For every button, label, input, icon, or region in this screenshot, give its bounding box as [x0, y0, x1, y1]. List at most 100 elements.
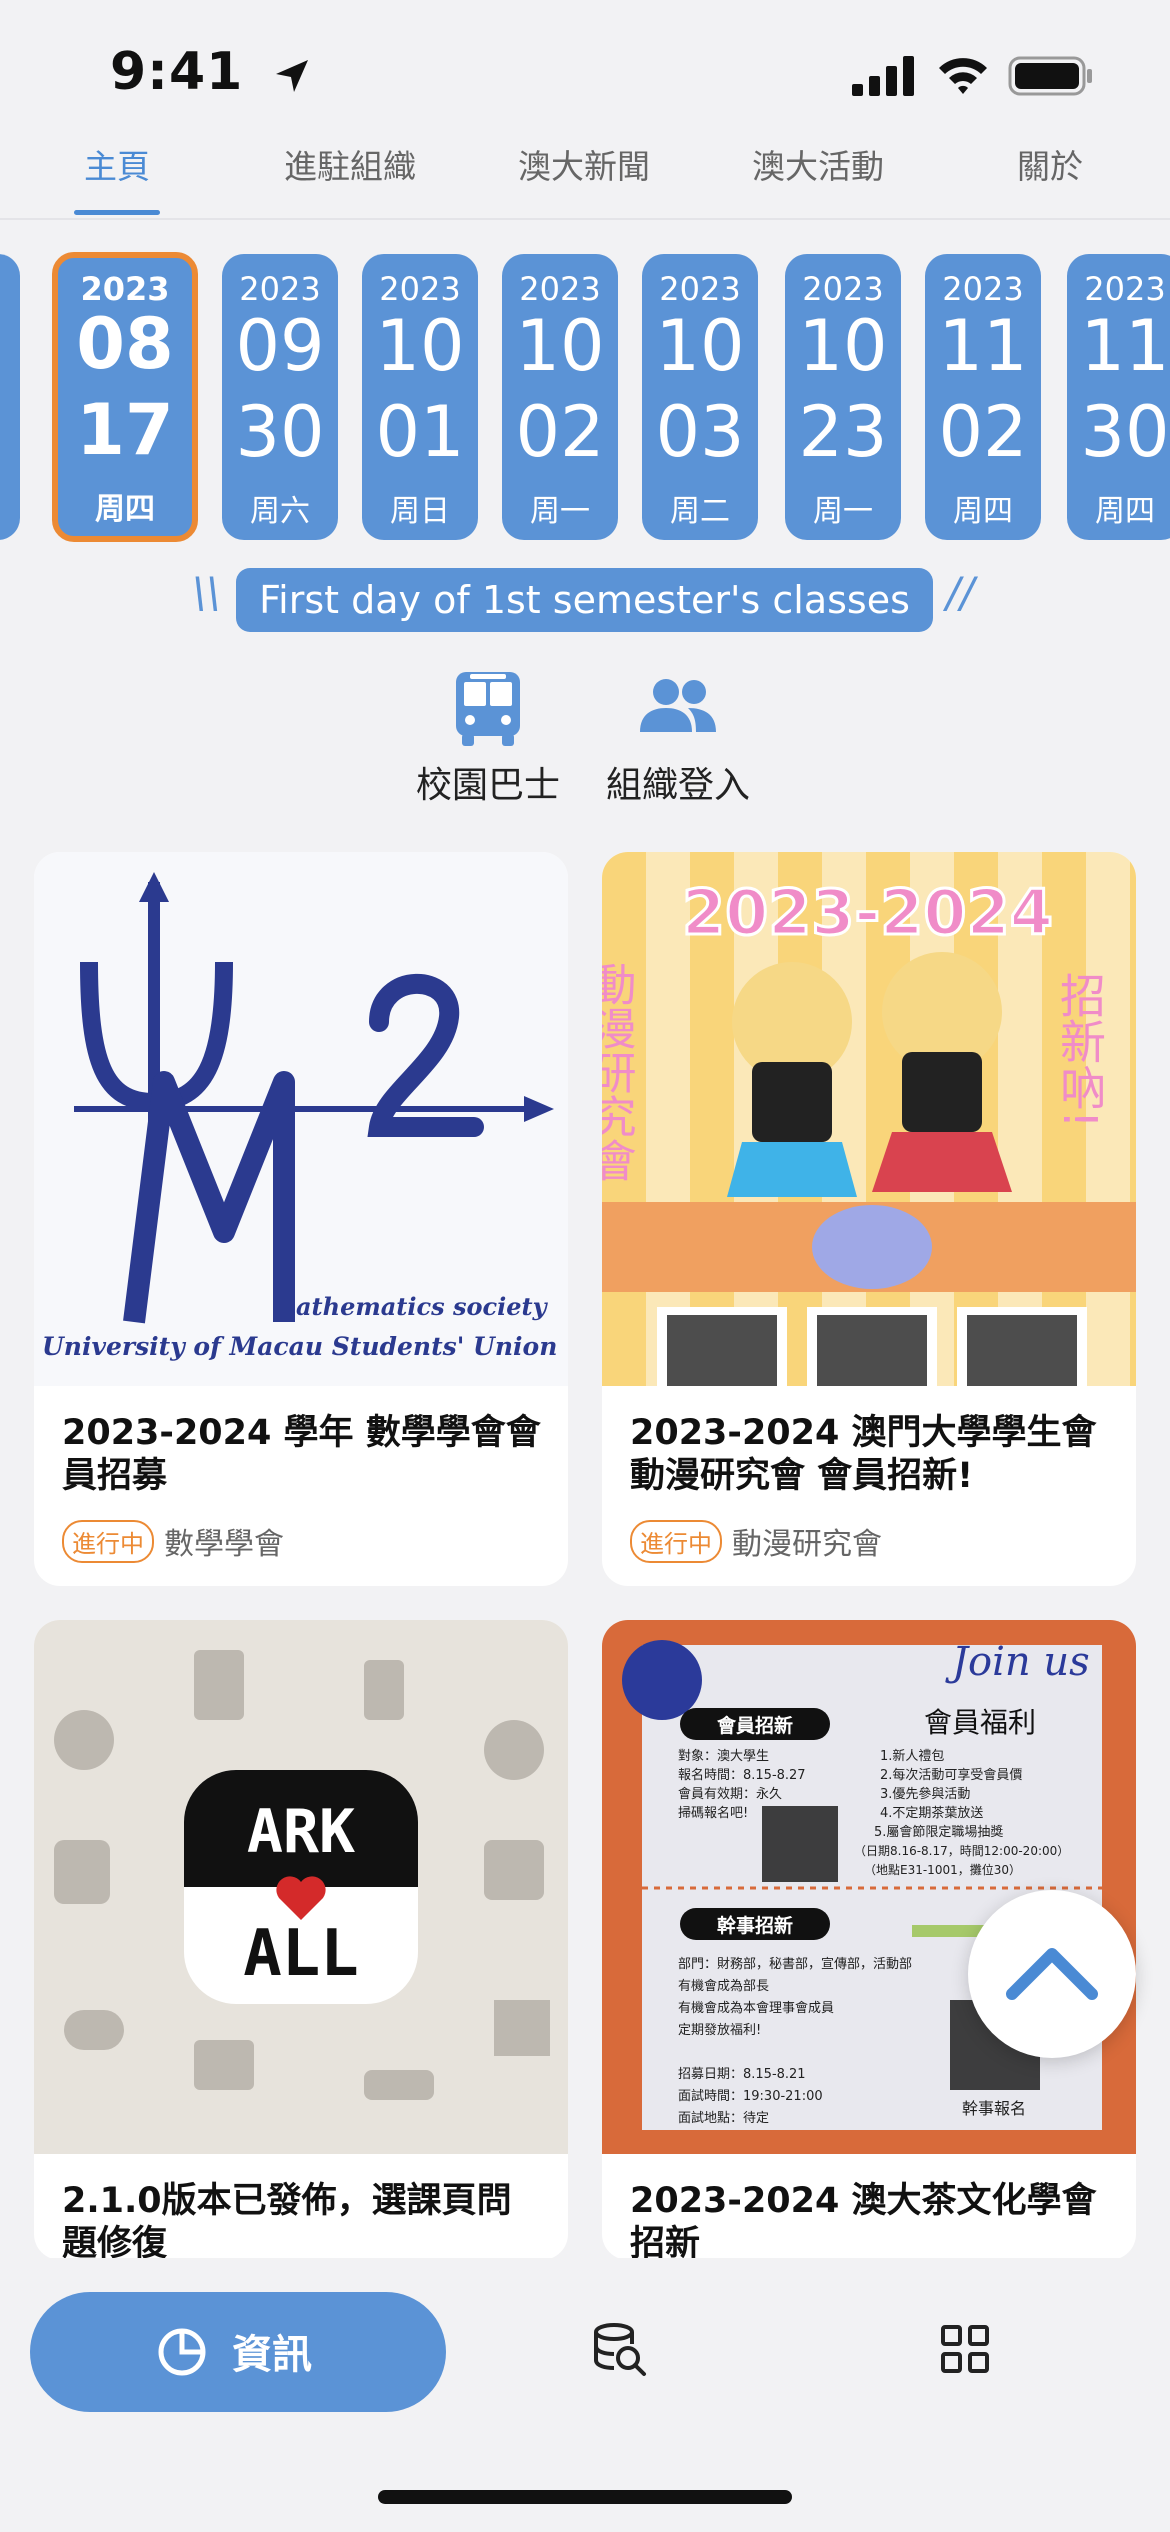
- date-card-partial[interactable]: [0, 254, 20, 540]
- chevron-up-icon: [1006, 1948, 1098, 2000]
- scroll-to-top-button[interactable]: [968, 1890, 1136, 2058]
- date-day: 02: [938, 391, 1028, 473]
- event-card[interactable]: ARK ALL 2.1.0版本已發佈，選課頁問題修復: [34, 1620, 568, 2260]
- battery-icon: [1008, 56, 1092, 96]
- benefit-line: 2.每次活動可享受會員價: [880, 1767, 1022, 1783]
- date-weekday: 周四: [1095, 494, 1155, 529]
- date-year: 2023: [1084, 270, 1166, 308]
- ark-text: ARK: [247, 1797, 355, 1867]
- card-org-name: 動漫研究會: [732, 1527, 882, 1562]
- card-image-math-society: athematics society University of Macau S…: [34, 852, 568, 1386]
- poster-right-text: 招新吶!: [1053, 972, 1107, 1128]
- date-year: 2023: [942, 270, 1024, 308]
- math-society-union-text: University of Macau Students' Union: [42, 1332, 557, 1361]
- banner-left-deco: \\: [192, 568, 221, 617]
- date-month: 09: [235, 305, 325, 387]
- tea-society-poster: Join us 會員招新 會員福利 對象：澳大學生 報名時間：8.15-8.27…: [622, 1639, 1102, 2130]
- date-weekday: 周日: [390, 494, 450, 529]
- people-icon: [640, 679, 716, 732]
- event-card[interactable]: 2023-2024 動漫研究會 招新吶! 2023-2024 澳門大學學生會動漫…: [602, 852, 1136, 1586]
- benefit-line: 1.新人禮包: [880, 1748, 944, 1764]
- date-card[interactable]: 2023 11 02 周四: [925, 254, 1041, 540]
- date-month: 11: [1080, 305, 1170, 387]
- all-text: ALL: [243, 1917, 359, 1991]
- tab-um-events[interactable]: 澳大活動: [730, 140, 906, 220]
- member-line: 會員有效期：永久: [678, 1787, 782, 1802]
- cellular-signal-icon: [852, 56, 914, 96]
- date-month: 10: [798, 305, 888, 387]
- status-bar: 9:41: [0, 0, 1170, 140]
- date-card[interactable]: 2023 10 03 周二: [642, 254, 758, 540]
- date-year: 2023: [802, 270, 884, 308]
- date-year: 2023: [519, 270, 601, 308]
- date-month: 10: [655, 305, 745, 387]
- date-card[interactable]: 2023 09 30 周六: [222, 254, 338, 540]
- staff-line: 有機會成為本會理事會成員: [678, 2000, 834, 2016]
- member-recruit-title: 會員招新: [717, 1714, 793, 1737]
- anime-poster: 2023-2024 動漫研究會 招新吶!: [602, 875, 1136, 1386]
- date-day: 30: [235, 391, 325, 473]
- date-weekday: 周四: [953, 494, 1013, 529]
- home-indicator: [378, 2490, 792, 2504]
- staff-line: 面試時間：19:30-21:00: [678, 2088, 823, 2104]
- date-year: 2023: [659, 270, 741, 308]
- member-benefit-title: 會員福利: [924, 1706, 1036, 1739]
- tab-home[interactable]: 主頁: [58, 140, 176, 220]
- tab-um-news[interactable]: 澳大新聞: [496, 140, 672, 220]
- card-org-name: 數學學會: [164, 1527, 284, 1562]
- date-card-selected[interactable]: 2023 08 17 周四: [52, 252, 198, 542]
- math-society-text: athematics society: [296, 1292, 549, 1321]
- event-title-pill[interactable]: First day of 1st semester's classes: [236, 568, 933, 632]
- ark-all-app-icon: ARK ALL: [54, 1650, 550, 2100]
- banner-right-deco: //: [946, 568, 975, 617]
- date-day: 30: [1080, 391, 1170, 473]
- date-card[interactable]: 2023 11 30 周四: [1067, 254, 1170, 540]
- org-login-label: 組織登入: [605, 765, 750, 806]
- event-banner: \\ First day of 1st semester's classes /…: [0, 568, 1170, 638]
- date-weekday: 周一: [530, 494, 590, 529]
- card-title: 2023-2024 澳門大學學生會動漫研究會 會員招新!: [630, 1413, 1097, 1496]
- database-search-icon[interactable]: [590, 2320, 650, 2380]
- tab-organizations[interactable]: 進駐組織: [262, 140, 438, 220]
- date-day: 17: [76, 389, 174, 471]
- status-time: 9:41: [110, 42, 244, 102]
- staff-line: 定期發放福利!: [678, 2023, 761, 2038]
- benefit-line: 3.優先參與活動: [880, 1787, 970, 1802]
- date-card[interactable]: 2023 10 02 周一: [502, 254, 618, 540]
- date-card[interactable]: 2023 10 01 周日: [362, 254, 478, 540]
- poster-left-text: 動漫研究會: [602, 962, 636, 1182]
- tab-active-indicator: [74, 210, 160, 215]
- nav-info-label: 資訊: [232, 2332, 312, 2378]
- top-tab-bar: 主頁 進駐組織 澳大新聞 澳大活動 關於: [0, 140, 1170, 220]
- card-image-tea-society: Join us 會員招新 會員福利 對象：澳大學生 報名時間：8.15-8.27…: [602, 1620, 1136, 2154]
- date-day: 23: [798, 391, 888, 473]
- status-badge: 進行中: [630, 1519, 722, 1563]
- benefit-line: 5.屬會節限定職場抽獎: [874, 1825, 1003, 1840]
- staff-line: 招募日期：8.15-8.21: [678, 2067, 806, 2082]
- card-title: 2.1.0版本已發佈，選課頁問題修復: [62, 2181, 512, 2260]
- event-date-strip[interactable]: 2023 08 17 周四 2023 09 30 周六 2023 10 01 周…: [0, 250, 1170, 545]
- location-arrow-icon: [276, 60, 308, 92]
- member-line: 報名時間：8.15-8.27: [678, 1767, 806, 1783]
- card-title: 2023-2024 學年 數學學會會員招募: [62, 1413, 541, 1496]
- date-weekday: 周二: [670, 494, 730, 529]
- benefit-line: （地點E31-1001，攤位30）: [864, 1862, 1021, 1877]
- card-meta: 進行中 動漫研究會: [630, 1519, 882, 1563]
- date-card[interactable]: 2023 10 23 周一: [785, 254, 901, 540]
- staff-qr-label: 幹事報名: [962, 2099, 1026, 2118]
- date-month: 10: [515, 305, 605, 387]
- date-day: 01: [375, 391, 465, 473]
- date-year: 2023: [379, 270, 461, 308]
- event-card[interactable]: athematics society University of Macau S…: [34, 852, 568, 1586]
- date-weekday: 周一: [813, 494, 873, 529]
- card-image-anime-society: 2023-2024 動漫研究會 招新吶!: [602, 852, 1136, 1386]
- math-society-logo: athematics society University of Macau S…: [42, 872, 557, 1361]
- nav-info-button[interactable]: 資訊: [30, 2292, 446, 2412]
- grid-icon[interactable]: [940, 2324, 990, 2374]
- join-us-text: Join us: [945, 1639, 1090, 1685]
- benefit-line: 4.不定期茶葉放送: [880, 1805, 983, 1821]
- staff-line: 有機會成為部長: [678, 1978, 769, 1994]
- tab-about[interactable]: 關於: [1000, 140, 1100, 220]
- pie-chart-icon: [158, 2328, 206, 2376]
- tab-divider: [0, 218, 1170, 220]
